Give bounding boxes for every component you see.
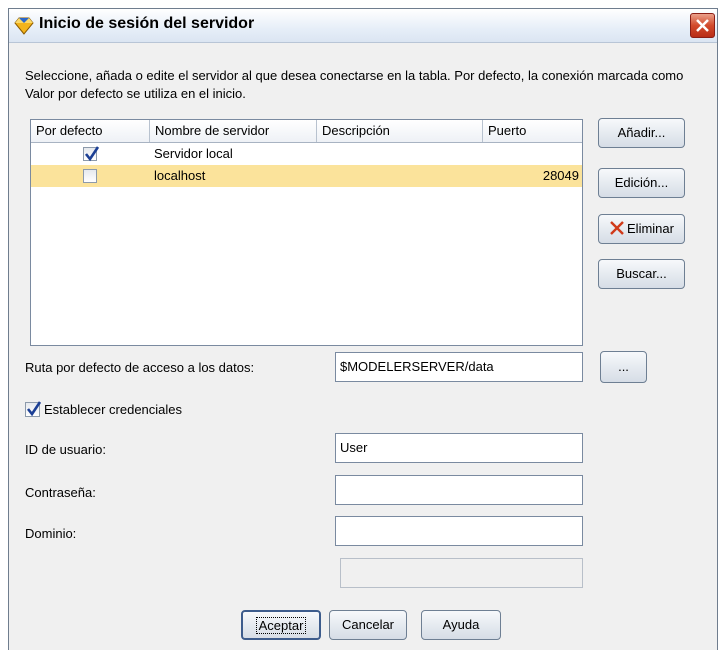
default-checkbox[interactable] [83, 146, 100, 162]
ok-button-label: Aceptar [255, 617, 307, 634]
data-path-label: Ruta por defecto de acceso a los datos: [25, 360, 255, 375]
port-cell [483, 143, 582, 165]
delete-button-label: Eliminar [627, 221, 674, 236]
domain-label: Dominio: [25, 526, 77, 541]
disabled-field [340, 558, 583, 588]
search-button[interactable]: Buscar... [598, 259, 685, 289]
server-name-cell: Servidor local [154, 146, 233, 161]
server-table[interactable]: Por defecto Nombre de servidor Descripci… [30, 119, 583, 346]
description-cell [317, 165, 483, 187]
column-header-server-name[interactable]: Nombre de servidor [150, 120, 317, 142]
intro-text: Seleccione, añada o edite el servidor al… [25, 68, 684, 101]
column-header-default[interactable]: Por defecto [31, 120, 150, 142]
column-header-description[interactable]: Descripción [317, 120, 483, 142]
add-button[interactable]: Añadir... [598, 118, 685, 148]
password-input[interactable] [335, 475, 583, 505]
delete-button[interactable]: Eliminar [598, 214, 685, 244]
browse-button[interactable]: ... [600, 351, 647, 383]
table-header: Por defecto Nombre de servidor Descripci… [31, 120, 582, 143]
window-title: Inicio de sesión del servidor [39, 15, 255, 32]
server-login-dialog: Inicio de sesión del servidor Seleccione… [8, 8, 718, 650]
default-checkbox[interactable] [83, 169, 97, 183]
domain-input[interactable] [335, 516, 583, 546]
user-id-label: ID de usuario: [25, 442, 106, 457]
help-button[interactable]: Ayuda [421, 610, 501, 640]
title-bar: Inicio de sesión del servidor [9, 9, 717, 43]
delete-x-icon [610, 221, 624, 235]
credentials-label: Establecer credenciales [44, 402, 183, 417]
edit-button[interactable]: Edición... [598, 168, 685, 198]
close-button[interactable] [690, 13, 715, 38]
data-path-input[interactable]: $MODELERSERVER/data [335, 352, 583, 382]
table-row[interactable]: localhost 28049 [31, 165, 582, 187]
app-diamond-icon [14, 16, 34, 36]
server-name-cell: localhost [154, 168, 206, 183]
port-cell: 28049 [542, 168, 579, 183]
checkmark-icon [26, 401, 42, 417]
credentials-checkbox[interactable] [25, 401, 42, 417]
cancel-button[interactable]: Cancelar [329, 610, 407, 640]
password-label: Contraseña: [25, 485, 96, 500]
description-cell [317, 143, 483, 165]
table-row[interactable]: Servidor local [31, 143, 582, 165]
checkmark-icon [84, 146, 100, 162]
column-header-port[interactable]: Puerto [483, 120, 582, 142]
ok-button[interactable]: Aceptar [241, 610, 321, 640]
close-icon [696, 19, 709, 32]
user-id-input[interactable]: User [335, 433, 583, 463]
